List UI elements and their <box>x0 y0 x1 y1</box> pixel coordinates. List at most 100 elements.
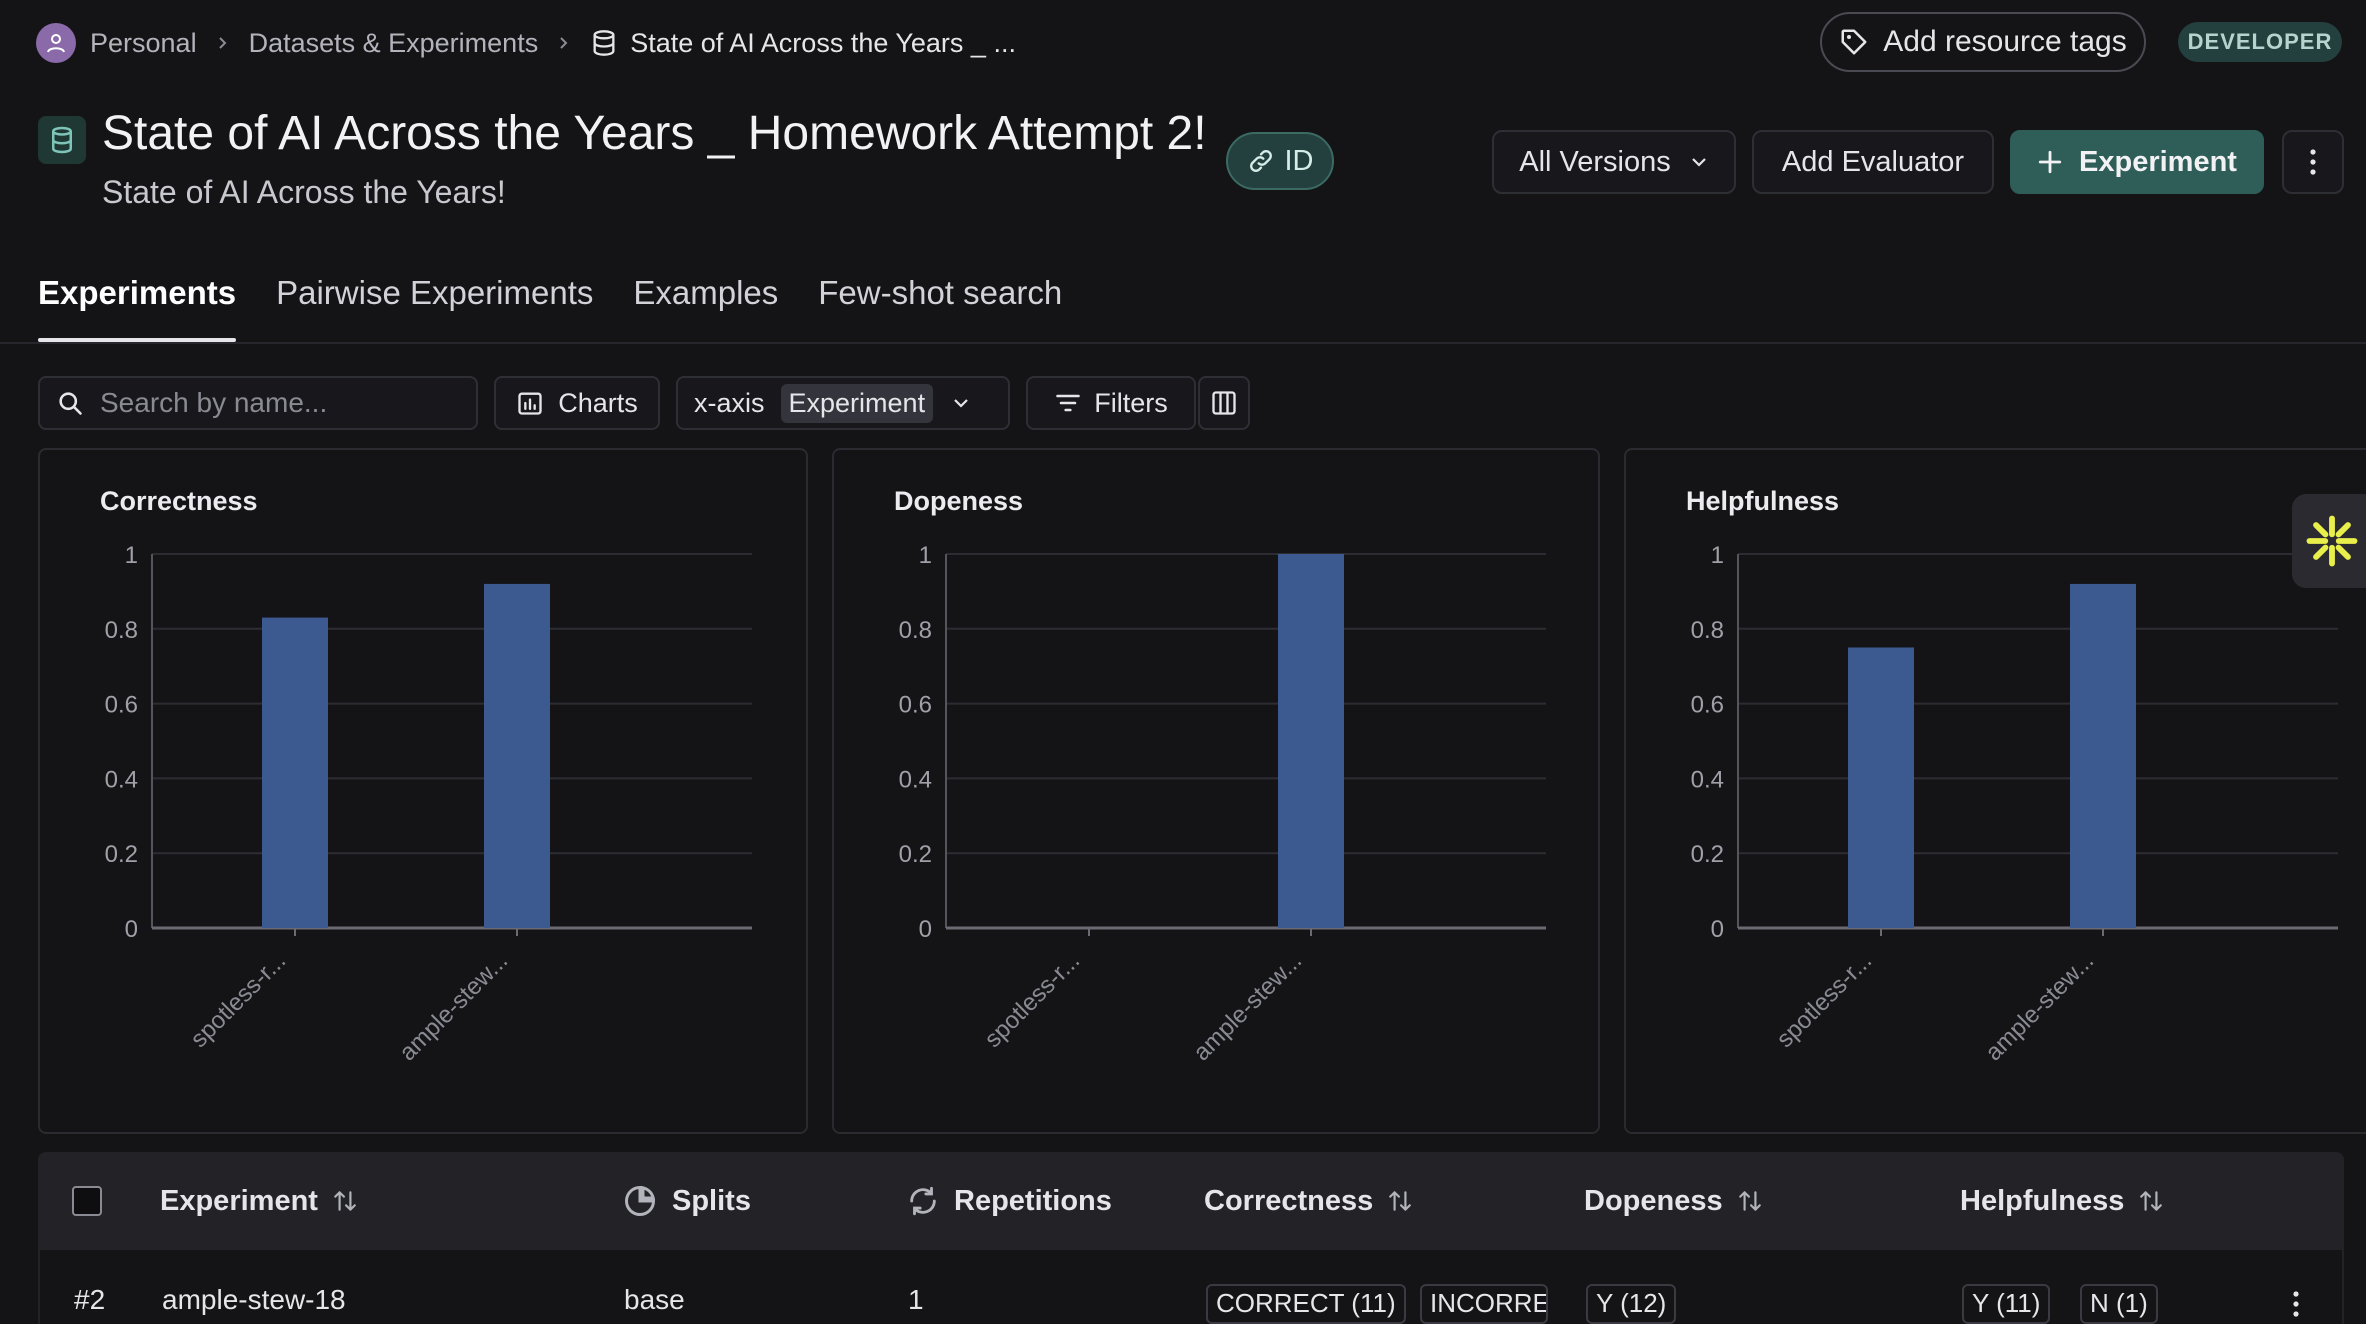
add-resource-tags-label: Add resource tags <box>1883 25 2127 58</box>
database-icon <box>593 30 615 56</box>
y-tick-label: 0 <box>125 916 138 943</box>
charts-toggle-button[interactable]: Charts <box>494 376 660 430</box>
more-vertical-icon <box>2293 1291 2299 1317</box>
avatar[interactable] <box>36 23 76 63</box>
tab-few-shot-search[interactable]: Few-shot search <box>818 274 1062 342</box>
x-axis-label: x-axis <box>694 387 765 418</box>
versions-label: All Versions <box>1519 145 1671 178</box>
search-input[interactable]: Search by name... <box>38 376 478 430</box>
y-tick-label: 0.2 <box>899 841 932 868</box>
dataset-icon <box>38 116 86 164</box>
sort-icon <box>2140 1191 2163 1211</box>
bar <box>484 583 550 928</box>
column-label: Experiment <box>160 1184 318 1217</box>
y-tick-label: 0.4 <box>1691 766 1724 793</box>
row-repetitions: 1 <box>908 1284 924 1315</box>
chart-correctness: 0 0.2 0.4 0.6 0.8 1 spotless-r... ample-stew... <box>105 542 752 1066</box>
y-tick-label: 0.2 <box>1691 841 1724 868</box>
search-icon <box>59 392 82 415</box>
column-label: Repetitions <box>954 1184 1112 1217</box>
breadcrumb-current: State of AI Across the Years _ ... <box>590 28 1016 59</box>
columns-button[interactable] <box>1198 376 1250 430</box>
column-header-splits[interactable]: Splits <box>622 1152 751 1250</box>
column-label: Helpfulness <box>1960 1184 2125 1217</box>
column-label: Splits <box>672 1184 751 1217</box>
x-tick-label: spotless-r... <box>1771 947 1877 1053</box>
page-subtitle: State of AI Across the Years! <box>102 174 506 210</box>
more-vertical-icon <box>2310 149 2316 175</box>
dopeness-tag: Y (12) <box>1586 1284 1677 1324</box>
x-tick-label: spotless-r... <box>979 947 1085 1053</box>
chevron-down-icon <box>954 399 968 408</box>
column-label: Dopeness <box>1584 1184 1723 1217</box>
bar <box>1848 647 1914 928</box>
tabs-divider <box>0 342 2366 344</box>
developer-badge: DEVELOPER <box>2178 22 2342 62</box>
search-placeholder: Search by name... <box>100 387 328 418</box>
sort-icon <box>1738 1191 1761 1211</box>
x-tick-label: ample-stew... <box>1188 947 1307 1066</box>
chart-card-helpfulness: Helpfulness 0 0.2 0.4 0.6 0.8 1 spotless-r... a… <box>1624 448 2366 1134</box>
sparkle-icon <box>2306 515 2358 567</box>
column-header-experiment[interactable]: Experiment <box>160 1152 358 1250</box>
filters-label: Filters <box>1094 387 1168 418</box>
x-axis-select[interactable]: x-axis Experiment <box>676 376 1010 430</box>
column-label: Correctness <box>1204 1184 1374 1217</box>
table-row[interactable]: #2 ample-stew-18 base 1 CORRECT (11) INC… <box>38 1250 2344 1324</box>
add-resource-tags-button[interactable]: Add resource tags <box>1820 12 2146 72</box>
y-tick-label: 1 <box>125 542 138 569</box>
add-evaluator-button[interactable]: Add Evaluator <box>1752 130 1994 194</box>
pie-chart-icon <box>625 1185 656 1216</box>
bar <box>2070 583 2136 928</box>
chevron-down-icon <box>1691 158 1706 167</box>
x-tick-label: ample-stew... <box>394 947 513 1066</box>
sort-icon <box>1389 1191 1412 1211</box>
column-header-dopeness[interactable]: Dopeness <box>1584 1152 1763 1250</box>
new-experiment-button[interactable]: Experiment <box>2010 130 2264 194</box>
chart-card-dopeness: Dopeness 0 0.2 0.4 0.6 0.8 1 spotless-r... ampl… <box>832 448 1600 1134</box>
user-icon <box>47 34 65 53</box>
y-tick-label: 0 <box>919 916 932 943</box>
tab-bar: Experiments Pairwise Experiments Example… <box>38 274 1102 342</box>
helpfulness-tag: N (1) <box>2080 1284 2158 1324</box>
page-title: State of AI Across the Years _ Homework … <box>102 107 1207 160</box>
column-header-helpfulness[interactable]: Helpfulness <box>1960 1152 2164 1250</box>
tag-icon <box>1841 29 1867 55</box>
y-tick-label: 0.2 <box>105 841 138 868</box>
x-tick-label: spotless-r... <box>185 947 291 1053</box>
filters-button[interactable]: Filters <box>1026 376 1196 430</box>
column-header-repetitions[interactable]: Repetitions <box>906 1152 1112 1250</box>
columns-icon <box>1212 391 1236 415</box>
table-header: Experiment Splits Repetitions Correctnes… <box>38 1152 2344 1250</box>
y-tick-label: 0.4 <box>105 766 138 793</box>
link-icon <box>1249 150 1272 172</box>
copy-id-button[interactable]: ID <box>1226 132 1334 190</box>
id-label: ID <box>1284 144 1314 177</box>
chevron-right-icon <box>556 35 572 51</box>
x-axis-value: Experiment <box>780 383 934 423</box>
filter-icon <box>1056 394 1081 412</box>
more-options-button[interactable] <box>2282 130 2344 194</box>
tab-pairwise-experiments[interactable]: Pairwise Experiments <box>276 274 593 342</box>
x-tick-label: ample-stew... <box>1980 947 2099 1066</box>
row-experiment-name[interactable]: ample-stew-18 <box>162 1284 346 1316</box>
breadcrumb-personal[interactable]: Personal <box>90 28 197 59</box>
correctness-tag: CORRECT (11) <box>1206 1284 1406 1324</box>
y-tick-label: 1 <box>1711 542 1724 569</box>
assistant-launcher-button[interactable] <box>2292 494 2366 588</box>
y-tick-label: 0.8 <box>1691 617 1724 644</box>
breadcrumb-datasets[interactable]: Datasets & Experiments <box>249 28 539 59</box>
charts-label: Charts <box>558 387 638 418</box>
row-menu-button[interactable] <box>2292 1290 2300 1318</box>
y-tick-label: 0.6 <box>1691 692 1724 719</box>
y-tick-label: 1 <box>919 542 932 569</box>
sort-icon <box>334 1191 356 1211</box>
tab-experiments[interactable]: Experiments <box>38 274 237 342</box>
chevron-right-icon <box>215 35 231 51</box>
select-all-checkbox[interactable] <box>72 1186 102 1216</box>
experiment-button-label: Experiment <box>2079 145 2237 178</box>
row-splits: base <box>624 1284 685 1315</box>
tab-examples[interactable]: Examples <box>633 274 778 342</box>
column-header-correctness[interactable]: Correctness <box>1204 1152 1413 1250</box>
all-versions-dropdown[interactable]: All Versions <box>1492 130 1736 194</box>
